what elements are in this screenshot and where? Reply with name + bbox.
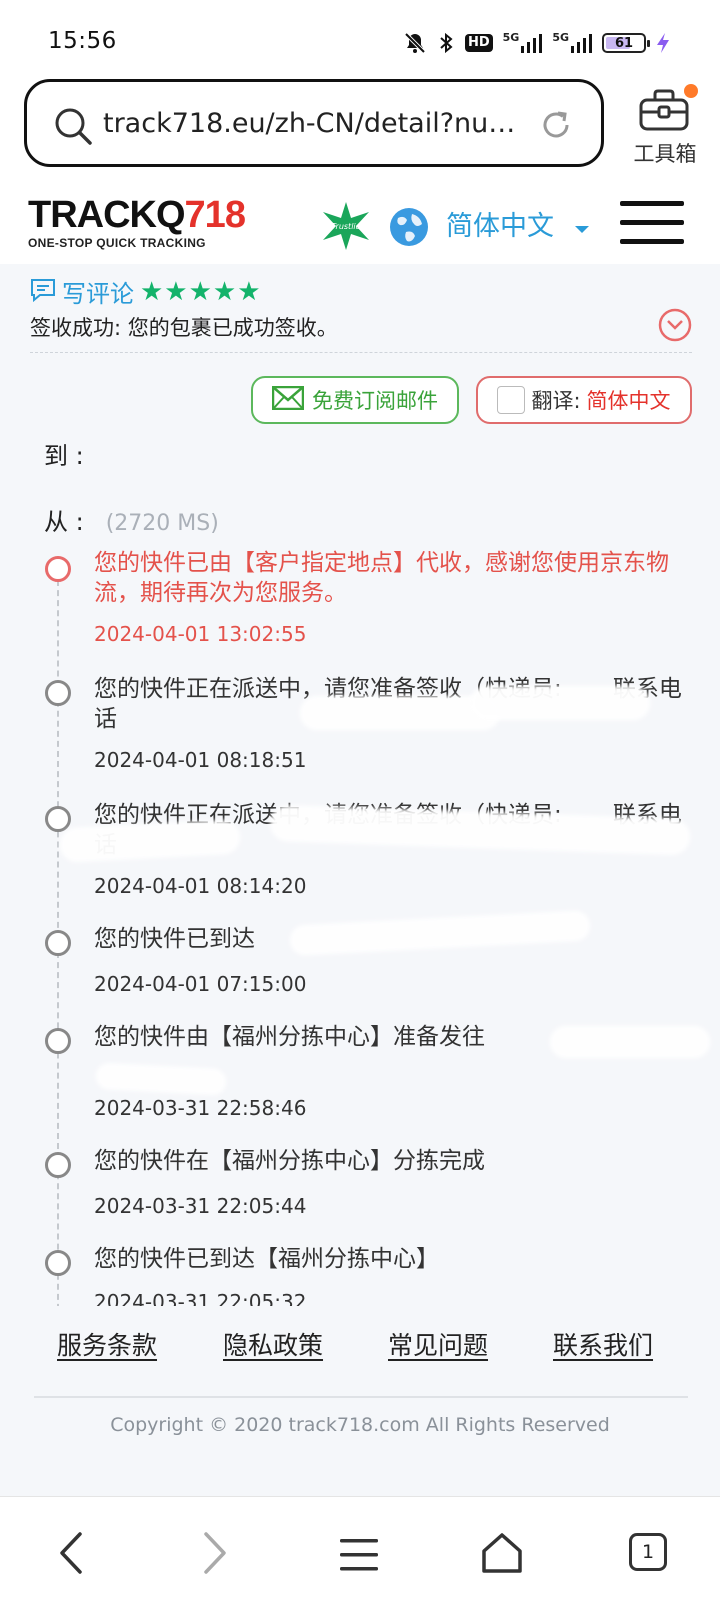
event-description: 您的快件已由【客户指定地点】代收，感谢您使用京东物流，期待再次为您服务。 — [94, 550, 669, 606]
timeline-node-icon — [45, 1250, 71, 1276]
timeline-node-icon — [45, 930, 71, 956]
forward-icon[interactable] — [200, 1531, 230, 1579]
timeline-node-icon — [45, 806, 71, 832]
event-description: 您的快件在【福州分拣中心】分拣完成 — [94, 1148, 485, 1174]
event-time: 2024-04-01 07:15:00 — [94, 972, 307, 996]
logo-brand-num: 718 — [184, 194, 246, 236]
copyright-text: Copyright © 2020 track718.com All Rights… — [110, 1414, 610, 1436]
browser-bottom-nav: 1 — [0, 1496, 720, 1610]
reload-icon[interactable] — [539, 108, 573, 146]
redaction-mark — [550, 1026, 710, 1058]
hd-badge: HD — [464, 34, 493, 52]
subscribe-email-button[interactable]: 免费订阅邮件 — [251, 376, 459, 424]
timeline-node-icon — [45, 1028, 71, 1054]
address-bar[interactable]: track718.eu/zh-CN/detail?nu… — [24, 79, 604, 167]
timeline-node-icon — [45, 680, 71, 706]
footer-divider — [34, 1396, 688, 1398]
event-time: 2024-03-31 22:58:46 — [94, 1096, 307, 1120]
translate-label: 翻译: — [531, 389, 581, 413]
destination-row: 到 : — [44, 436, 84, 471]
tracking-detail: 写评论 ★★★★★ 签收成功: 您的包裹已成功签收。 免费订阅邮件 翻译: 简体… — [0, 264, 720, 1496]
footer-link-privacy[interactable]: 隐私政策 — [223, 1326, 323, 1362]
footer-link-terms[interactable]: 服务条款 — [57, 1326, 157, 1362]
expand-chevron-icon[interactable] — [658, 308, 692, 346]
trustlid-badge-icon[interactable]: Trustlid — [320, 200, 372, 256]
signal-5g-icon-2: 5G — [552, 32, 592, 54]
translate-toggle[interactable]: 翻译: 简体中文 — [476, 376, 692, 424]
event-time: 2024-03-31 22:05:44 — [94, 1194, 307, 1218]
bluetooth-icon — [437, 31, 455, 55]
back-icon[interactable] — [56, 1531, 86, 1579]
tabs-count-button[interactable]: 1 — [629, 1533, 667, 1571]
hamburger-menu-icon[interactable] — [618, 198, 686, 252]
globe-icon[interactable] — [388, 206, 430, 252]
subscribe-label: 免费订阅邮件 — [312, 389, 438, 413]
svg-text:Trustlid: Trustlid — [331, 222, 361, 231]
tracking-timeline: 您的快件已由【客户指定地点】代收，感谢您使用京东物流，期待再次为您服务。 202… — [0, 536, 720, 1306]
charging-icon — [656, 32, 670, 54]
search-icon — [53, 106, 93, 150]
toolbox-label: 工具箱 — [633, 142, 697, 166]
translate-checkbox[interactable] — [497, 386, 526, 414]
footer-links: 服务条款 隐私政策 常见问题 联系我们 — [0, 1326, 720, 1370]
event-time: 2024-04-01 08:18:51 — [94, 748, 307, 772]
translate-language: 简体中文 — [586, 389, 671, 413]
logo-brand-main: TRACKQ — [28, 194, 186, 236]
delivery-status-text: 签收成功: 您的包裹已成功签收。 — [30, 316, 338, 340]
origin-row: 从 : (2720 MS) — [44, 502, 219, 537]
status-bar: 15:56 HD 5G 5G 61 — [0, 0, 720, 78]
query-duration: (2720 MS) — [105, 511, 219, 536]
chevron-down-icon[interactable] — [574, 220, 590, 239]
timeline-node-icon — [45, 556, 71, 582]
event-time: 2024-04-01 08:14:20 — [94, 874, 307, 898]
mail-icon — [271, 385, 305, 414]
notification-dot — [684, 84, 698, 98]
to-label: 到 : — [44, 442, 84, 470]
event-description: 您的快件已到达【福州分拣中心】 — [94, 1246, 439, 1272]
menu-icon[interactable] — [339, 1537, 379, 1577]
bell-off-icon — [403, 31, 427, 55]
logo-tagline: ONE-STOP QUICK TRACKING — [28, 236, 206, 250]
battery-icon: 61 — [602, 33, 650, 53]
url-text[interactable]: track718.eu/zh-CN/detail?nu… — [103, 108, 523, 139]
language-select[interactable]: 简体中文 — [446, 204, 554, 243]
event-time: 2024-03-31 22:05:32 — [94, 1290, 307, 1306]
status-icons: HD 5G 5G 61 — [403, 28, 670, 58]
toolbox-button[interactable]: 工具箱 — [620, 84, 710, 170]
footer-link-faq[interactable]: 常见问题 — [388, 1326, 488, 1362]
redaction-mark — [95, 1062, 227, 1096]
footer-link-contact[interactable]: 联系我们 — [553, 1326, 653, 1362]
home-icon[interactable] — [480, 1531, 524, 1579]
event-time: 2024-04-01 13:02:55 — [94, 622, 307, 646]
track718-logo[interactable]: TRACKQ718 ONE-STOP QUICK TRACKING — [28, 194, 246, 250]
site-header: TRACKQ718 ONE-STOP QUICK TRACKING Trustl… — [0, 186, 720, 264]
from-label: 从 : — [44, 508, 84, 536]
rating-stars[interactable]: ★★★★★ — [140, 277, 262, 307]
write-review-link[interactable]: 写评论 ★★★★★ — [30, 274, 262, 309]
toolbox-icon — [638, 88, 690, 136]
redaction-mark — [470, 686, 650, 720]
write-review-label[interactable]: 写评论 — [62, 274, 134, 309]
section-divider — [30, 352, 692, 353]
timeline-node-icon — [45, 1152, 71, 1178]
signal-5g-icon: 5G — [503, 32, 543, 54]
status-time: 15:56 — [48, 28, 117, 54]
comment-icon — [30, 278, 56, 306]
